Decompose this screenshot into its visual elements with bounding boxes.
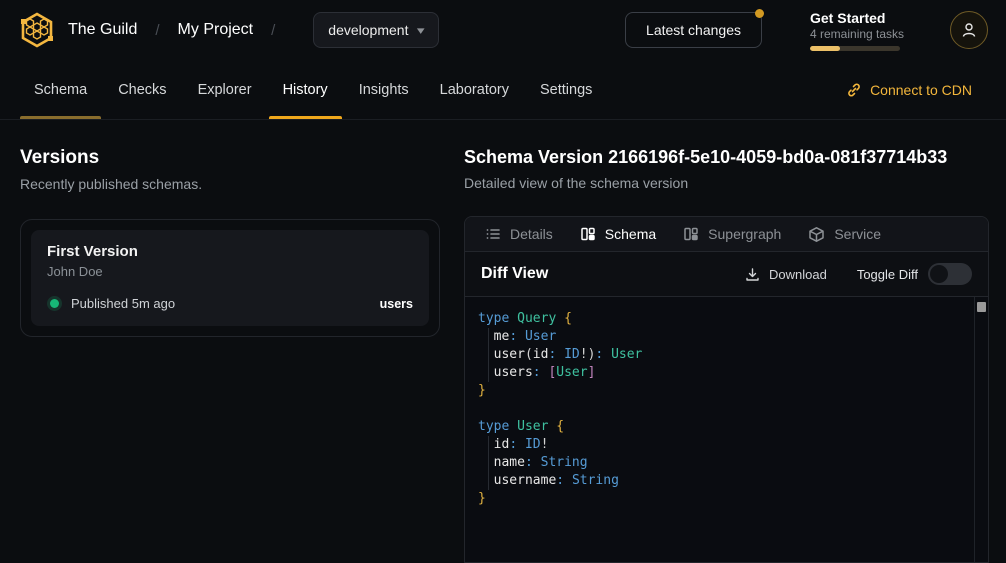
get-started-title: Get Started bbox=[810, 10, 906, 26]
get-started-widget[interactable]: Get Started 4 remaining tasks bbox=[810, 10, 906, 51]
tab-label: Supergraph bbox=[708, 226, 781, 242]
user-icon bbox=[960, 21, 978, 39]
latest-changes-button[interactable]: Latest changes bbox=[625, 12, 762, 48]
breadcrumb-separator: / bbox=[271, 22, 275, 39]
main-nav: Schema Checks Explorer History Insights … bbox=[0, 60, 1006, 120]
version-detail-column: Schema Version 2166196f-5e10-4059-bd0a-0… bbox=[464, 147, 989, 563]
version-service-badge: users bbox=[380, 297, 413, 311]
detail-tab-bar: Details Schema bbox=[465, 217, 988, 252]
columns-icon bbox=[683, 226, 699, 242]
code-line: name: String bbox=[478, 454, 988, 472]
tab-schema[interactable]: Schema bbox=[20, 60, 101, 119]
code-line bbox=[478, 400, 988, 418]
tab-schema-view[interactable]: Schema bbox=[580, 226, 656, 242]
get-started-progress-fill bbox=[810, 46, 840, 51]
code-line: id: ID! bbox=[478, 436, 988, 454]
toggle-diff-label: Toggle Diff bbox=[857, 267, 918, 282]
tab-service[interactable]: Service bbox=[808, 226, 881, 243]
tab-explorer[interactable]: Explorer bbox=[184, 60, 266, 119]
breadcrumb-separator: / bbox=[155, 22, 159, 39]
versions-list: First Version John Doe Published 5m ago … bbox=[20, 219, 440, 337]
get-started-subtitle: 4 remaining tasks bbox=[810, 27, 906, 41]
tab-label: History bbox=[283, 82, 328, 98]
version-detail-subtitle: Detailed view of the schema version bbox=[464, 175, 989, 191]
tab-checks[interactable]: Checks bbox=[104, 60, 180, 119]
tab-supergraph[interactable]: Supergraph bbox=[683, 226, 781, 242]
app-window: The Guild / My Project / development ▾ L… bbox=[0, 0, 1006, 563]
breadcrumb: The Guild / My Project / bbox=[68, 21, 293, 39]
diff-view-title: Diff View bbox=[481, 265, 548, 283]
version-meta-row: Published 5m ago users bbox=[47, 296, 413, 311]
tab-label: Settings bbox=[540, 82, 592, 98]
code-line: users: [User] bbox=[478, 364, 988, 382]
toggle-diff-switch[interactable] bbox=[928, 263, 972, 285]
version-detail-title: Schema Version 2166196f-5e10-4059-bd0a-0… bbox=[464, 147, 989, 168]
code-scrollbar[interactable] bbox=[974, 297, 988, 562]
code-line: type User { bbox=[478, 418, 988, 436]
code-line: user(id: ID!): User bbox=[478, 346, 988, 364]
connect-to-cdn-label: Connect to CDN bbox=[870, 82, 972, 98]
tab-label: Insights bbox=[359, 82, 409, 98]
columns-icon bbox=[580, 226, 596, 242]
target-select[interactable]: development ▾ bbox=[313, 12, 439, 48]
breadcrumb-project[interactable]: My Project bbox=[178, 21, 254, 39]
version-status: Published 5m ago bbox=[71, 296, 175, 311]
version-list-item[interactable]: First Version John Doe Published 5m ago … bbox=[31, 230, 429, 326]
hive-hexagon-icon[interactable] bbox=[20, 12, 54, 48]
version-author: John Doe bbox=[47, 264, 413, 279]
versions-subtitle: Recently published schemas. bbox=[20, 176, 440, 192]
download-icon bbox=[745, 267, 760, 282]
code-line: me: User bbox=[478, 328, 988, 346]
tab-label: Laboratory bbox=[440, 82, 509, 98]
cube-icon bbox=[808, 226, 825, 243]
connect-to-cdn-link[interactable]: Connect to CDN bbox=[846, 60, 972, 119]
schema-code-viewer[interactable]: type Query { me: User user(id: ID!): Use… bbox=[465, 297, 988, 562]
tab-label: Schema bbox=[605, 226, 656, 242]
tab-history[interactable]: History bbox=[269, 60, 342, 119]
tab-settings[interactable]: Settings bbox=[526, 60, 606, 119]
latest-changes-label: Latest changes bbox=[646, 22, 741, 38]
tab-insights[interactable]: Insights bbox=[345, 60, 423, 119]
version-detail-panel: Details Schema bbox=[464, 216, 989, 563]
user-menu-button[interactable] bbox=[950, 11, 988, 49]
tab-laboratory[interactable]: Laboratory bbox=[426, 60, 523, 119]
tab-details[interactable]: Details bbox=[485, 226, 553, 242]
notification-dot bbox=[755, 9, 764, 18]
versions-title: Versions bbox=[20, 147, 440, 169]
tab-label: Explorer bbox=[198, 82, 252, 98]
code-line: } bbox=[478, 490, 988, 508]
tab-label: Schema bbox=[34, 82, 87, 98]
main-content: Versions Recently published schemas. Fir… bbox=[0, 120, 1006, 563]
diff-view-header: Diff View Download Toggle Diff bbox=[465, 252, 988, 297]
download-button[interactable]: Download bbox=[745, 267, 827, 282]
version-name: First Version bbox=[47, 243, 413, 260]
breadcrumb-org[interactable]: The Guild bbox=[68, 21, 137, 39]
tab-label: Checks bbox=[118, 82, 166, 98]
target-select-value: development bbox=[328, 22, 408, 38]
tab-label: Service bbox=[834, 226, 881, 242]
versions-column: Versions Recently published schemas. Fir… bbox=[20, 147, 440, 563]
header: The Guild / My Project / development ▾ L… bbox=[0, 0, 1006, 60]
code-line: } bbox=[478, 382, 988, 400]
list-icon bbox=[485, 226, 501, 242]
code-scrollbar-thumb[interactable] bbox=[977, 302, 986, 312]
link-icon bbox=[846, 82, 862, 98]
chevron-down-icon: ▾ bbox=[417, 24, 425, 37]
published-status-dot bbox=[50, 299, 59, 308]
download-label: Download bbox=[769, 267, 827, 282]
code-block: type Query { me: User user(id: ID!): Use… bbox=[465, 297, 988, 508]
toggle-knob bbox=[930, 265, 948, 283]
tab-label: Details bbox=[510, 226, 553, 242]
get-started-progress bbox=[810, 46, 900, 51]
code-line: type Query { bbox=[478, 310, 988, 328]
code-line: username: String bbox=[478, 472, 988, 490]
